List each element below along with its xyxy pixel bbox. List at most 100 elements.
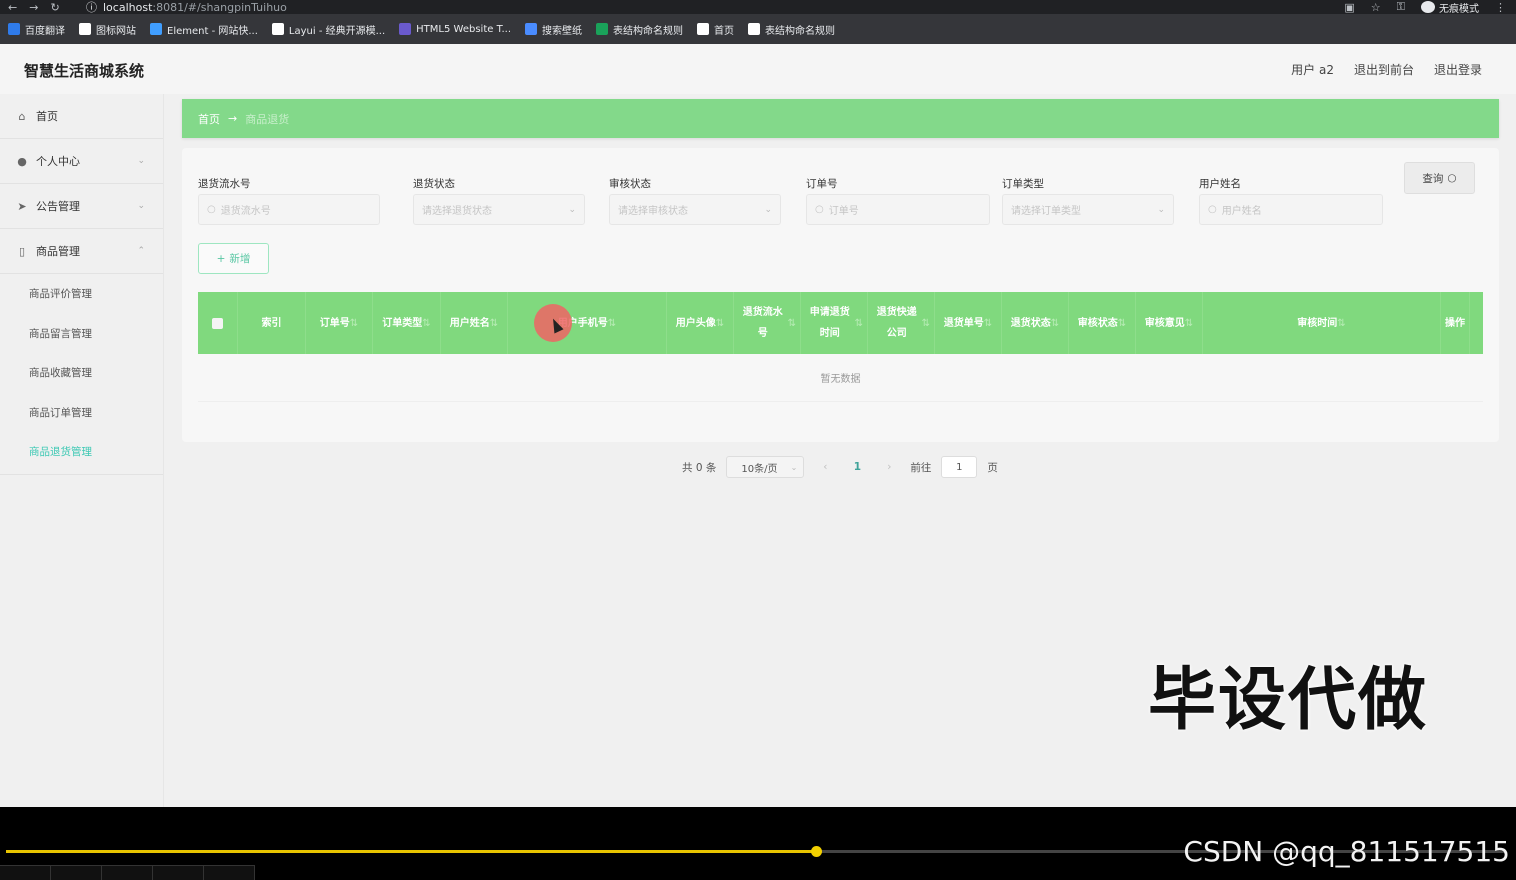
return-status-placeholder: 请选择退货状态	[422, 206, 492, 217]
table-column-header[interactable]: 审核状态 ⇅	[1069, 292, 1136, 354]
progress-knob[interactable]	[811, 846, 822, 857]
table-column-header[interactable]: 订单类型 ⇅	[373, 292, 441, 354]
exit-to-front-link[interactable]: 退出到前台	[1354, 61, 1414, 78]
bookmark-item[interactable]: 搜索壁纸	[525, 22, 582, 37]
bookmark-item[interactable]: Layui - 经典开源模...	[271, 22, 385, 37]
page-size-select[interactable]: 10条/页 ⌄	[726, 456, 805, 478]
column-header-label: 操作	[1445, 317, 1465, 329]
select-all-checkbox[interactable]	[212, 317, 223, 329]
star-icon[interactable]: ☆	[1371, 1, 1381, 14]
thumbnail-strip	[0, 865, 260, 880]
bookmark-item[interactable]: 表结构命名规则	[748, 22, 835, 37]
add-button[interactable]: + 新增	[198, 243, 269, 274]
sidebar-item-notice[interactable]: ➤ 公告管理 ⌄	[0, 184, 163, 229]
table-column-header[interactable]: 退货快递公司 ⇅	[868, 292, 935, 354]
return-status-select[interactable]: 请选择退货状态 ⌄	[413, 194, 585, 225]
column-header-label: 退货流水号	[742, 307, 783, 339]
table-column-header[interactable]: 审核时间 ⇅	[1203, 292, 1441, 354]
thumbnail	[204, 865, 255, 880]
audit-status-select[interactable]: 请选择审核状态 ⌄	[609, 194, 781, 225]
translate-icon[interactable]: ▣	[1344, 1, 1354, 14]
forward-icon[interactable]: →	[29, 1, 38, 14]
sidebar-item-goods[interactable]: ▯ 商品管理 ⌃	[0, 229, 163, 274]
sidebar-subitem-return[interactable]: 商品退货管理	[0, 432, 163, 472]
bookmark-icon	[150, 23, 162, 35]
table-column-header[interactable]: 退货流水号 ⇅	[734, 292, 801, 354]
order-type-select[interactable]: 请选择订单类型 ⌄	[1002, 194, 1174, 225]
home-icon: ⌂	[18, 109, 26, 123]
menu-icon[interactable]: ⋮	[1495, 1, 1506, 14]
table-column-header[interactable]: 用户头像 ⇅	[667, 292, 734, 354]
url-field[interactable]: ⓘ localhost:8081/#/shangpinTuihuo	[86, 0, 287, 15]
url-path: :8081/#/shangpinTuihuo	[152, 0, 287, 14]
thumbnail	[0, 865, 51, 880]
sidebar-subitem-order[interactable]: 商品订单管理	[0, 393, 163, 433]
page-number-current[interactable]: 1	[846, 461, 868, 473]
key-icon[interactable]: ⚿	[1397, 0, 1405, 14]
bookmark-item[interactable]: 表结构命名规则	[596, 22, 683, 37]
pagination: 共 0 条 10条/页 ⌄ ‹ 1 › 前往 1 页	[682, 456, 998, 478]
search-icon: ○	[815, 204, 824, 215]
goto-page-input[interactable]: 1	[941, 456, 978, 478]
reload-icon[interactable]: ↻	[50, 1, 59, 14]
sidebar-subitem-message[interactable]: 商品留言管理	[0, 314, 163, 354]
top-header: 智慧生活商城系统 用户 a2 退出到前台 退出登录	[0, 44, 1516, 94]
sort-icon: ⇅	[489, 317, 499, 329]
bookmark-icon	[8, 23, 20, 35]
sidebar-item-home[interactable]: ⌂ 首页	[0, 94, 163, 139]
bookmark-item[interactable]: 图标网站	[79, 22, 136, 37]
back-icon[interactable]: ←	[8, 1, 17, 14]
return-no-input[interactable]: ○ 退货流水号	[198, 194, 380, 225]
table-column-header[interactable]: 退货状态 ⇅	[1002, 292, 1069, 354]
next-page-icon[interactable]: ›	[878, 461, 900, 473]
browser-address-bar: ← → ↻ ⓘ localhost:8081/#/shangpinTuihuo …	[0, 0, 1516, 15]
return-no-placeholder: 退货流水号	[220, 206, 271, 217]
table-column-header[interactable]: 用户手机号 ⇅	[508, 292, 667, 354]
column-header-label: 订单号	[319, 317, 350, 329]
table-column-header[interactable]: 用户姓名 ⇅	[441, 292, 508, 354]
bookmark-item[interactable]: Element - 网站快...	[150, 22, 258, 37]
field-label-order-no: 订单号	[806, 178, 838, 190]
sort-icon: ⇅	[607, 317, 617, 329]
query-button[interactable]: 查询 ○	[1404, 162, 1475, 194]
field-label-return-status: 退货状态	[413, 178, 455, 190]
bookmark-item[interactable]: HTML5 Website T...	[399, 23, 511, 35]
order-no-input[interactable]: ○ 订单号	[806, 194, 990, 225]
sidebar-subitem-favorite[interactable]: 商品收藏管理	[0, 353, 163, 393]
user-name-input[interactable]: ○ 用户姓名	[1199, 194, 1383, 225]
progress-fill	[6, 850, 816, 853]
user-name-placeholder: 用户姓名	[1221, 206, 1262, 217]
table-column-header[interactable]: 订单号 ⇅	[306, 292, 373, 354]
bookmark-icon	[271, 23, 284, 35]
bookmark-label: 表结构命名规则	[613, 25, 684, 37]
sort-icon: ⇅	[1050, 317, 1060, 329]
app-title: 智慧生活商城系统	[24, 62, 145, 80]
bookmark-item[interactable]: 百度翻译	[8, 22, 65, 37]
table-column-header: 索引	[238, 292, 306, 354]
table-column-header[interactable]: 申请退货时间 ⇅	[801, 292, 868, 354]
bookmark-icon	[748, 23, 761, 35]
column-header-label: 用户姓名	[449, 317, 490, 329]
csdn-watermark: CSDN @qq_811517515	[1183, 835, 1510, 868]
chevron-up-icon: ⌃	[137, 246, 145, 256]
order-no-placeholder: 订单号	[828, 206, 859, 217]
bookmark-label: 搜索壁纸	[542, 25, 583, 37]
sidebar-item-label: 首页	[36, 110, 58, 123]
column-header-label: 审核意见	[1144, 317, 1185, 329]
table-column-header[interactable]: 退货单号 ⇅	[935, 292, 1002, 354]
sidebar-item-profile[interactable]: ● 个人中心 ⌄	[0, 139, 163, 184]
page-size-value: 10条/页	[741, 463, 778, 475]
bookmark-label: HTML5 Website T...	[416, 23, 512, 35]
column-header-label: 退货单号	[943, 317, 984, 329]
breadcrumb-home[interactable]: 首页	[198, 111, 220, 127]
logout-link[interactable]: 退出登录	[1434, 61, 1482, 78]
bookmark-label: 百度翻译	[25, 25, 65, 37]
prev-page-icon[interactable]: ‹	[814, 461, 836, 473]
bookmark-item[interactable]: 首页	[697, 22, 734, 37]
table-column-header[interactable]: 审核意见 ⇅	[1136, 292, 1203, 354]
field-label-order-type: 订单类型	[1002, 178, 1044, 190]
sidebar-subitem-review[interactable]: 商品评价管理	[0, 274, 163, 314]
column-header-label: 申请退货时间	[809, 307, 850, 339]
incognito-badge[interactable]: 无痕模式	[1421, 0, 1479, 15]
watermark-text: 毕设代做	[1148, 661, 1429, 740]
